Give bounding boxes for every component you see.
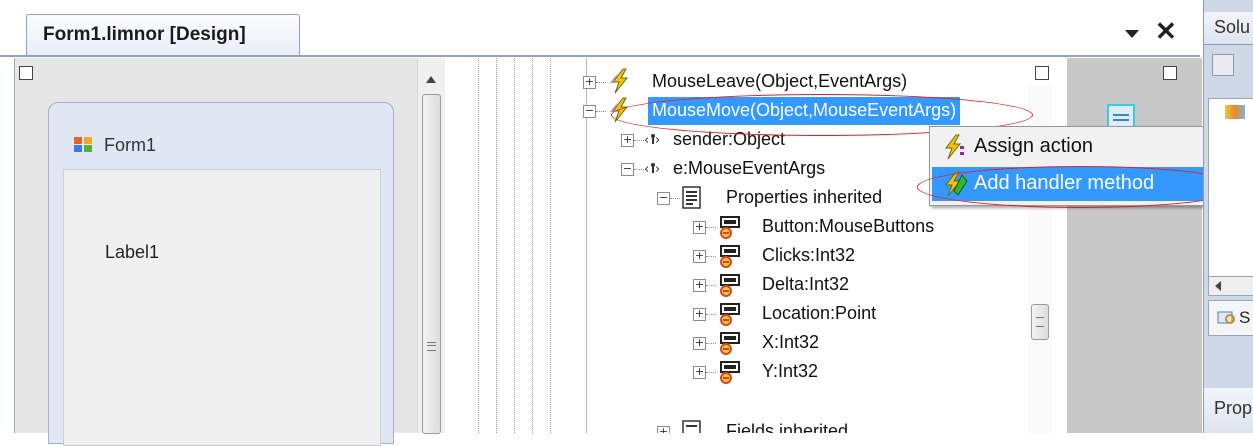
scroll-left-arrow-icon[interactable] bbox=[1215, 281, 1221, 291]
tree-item-property-y[interactable]: + Y:Int32 bbox=[692, 358, 892, 386]
solution-explorer-icon bbox=[1217, 311, 1235, 324]
tree-item-fields-inherited[interactable]: + Fields inherited bbox=[656, 418, 916, 433]
property-icon bbox=[720, 361, 740, 384]
property-icon bbox=[720, 216, 740, 239]
component-selector-handle[interactable] bbox=[19, 66, 33, 80]
tree-item-label: Location:Point bbox=[762, 303, 877, 323]
tree-item-mouseleave[interactable]: + MouseLeave(Object,EventArgs) bbox=[582, 68, 1012, 96]
menu-item-label: Assign action bbox=[974, 135, 1093, 157]
form-designer-pane[interactable]: Form1 Label1 bbox=[14, 58, 445, 446]
close-tab-icon[interactable]: ✕ bbox=[1155, 18, 1177, 44]
expand-icon[interactable]: + bbox=[693, 250, 706, 263]
properties-icon bbox=[682, 186, 701, 209]
document-tab-title: Form1.limnor [Design] bbox=[43, 24, 246, 45]
form-client-area[interactable]: Label1 bbox=[63, 169, 381, 446]
solution-tree[interactable] bbox=[1208, 98, 1253, 290]
tree-item-label: X:Int32 bbox=[762, 332, 820, 352]
scrollbar-thumb[interactable] bbox=[422, 94, 441, 434]
lightning-icon bbox=[610, 68, 629, 94]
project-icon bbox=[1225, 105, 1245, 119]
expand-icon[interactable]: + bbox=[693, 308, 706, 321]
tree-item-property-location[interactable]: + Location:Point bbox=[692, 300, 932, 328]
tree-item-property-button[interactable]: + Button:MouseButtons bbox=[692, 213, 992, 241]
scrollbar-thumb[interactable] bbox=[1031, 304, 1049, 340]
label-control[interactable]: Label1 bbox=[105, 242, 159, 263]
svg-text:›: › bbox=[655, 133, 660, 148]
tree-item-properties-inherited[interactable]: − Properties inherited bbox=[656, 184, 916, 212]
assign-action-icon bbox=[944, 134, 964, 160]
menu-item-assign-action[interactable]: Assign action bbox=[932, 130, 1228, 164]
tree-item-event-args[interactable]: − ‹ › e:MouseEventArgs bbox=[620, 155, 860, 183]
tree-item-label: Delta:Int32 bbox=[762, 274, 850, 294]
property-icon bbox=[720, 274, 740, 297]
tree-item-label: Clicks:Int32 bbox=[762, 245, 856, 265]
tree-item-property-x[interactable]: + X:Int32 bbox=[692, 329, 892, 357]
form-title: Form1 bbox=[104, 135, 157, 155]
tree-item-label: e:MouseEventArgs bbox=[673, 158, 826, 178]
svg-text:‹: ‹ bbox=[644, 162, 649, 177]
solution-explorer-panel[interactable]: Solu S Prop bbox=[1203, 0, 1253, 433]
window-list-dropdown-icon[interactable] bbox=[1122, 23, 1142, 43]
collapse-icon[interactable]: − bbox=[621, 163, 634, 176]
tab-strip-divider bbox=[0, 55, 1200, 57]
document-tab-strip: Form1.limnor [Design] ✕ bbox=[0, 0, 1200, 58]
expand-icon[interactable]: + bbox=[693, 221, 706, 234]
solution-explorer-title: Solu bbox=[1214, 17, 1251, 37]
expand-icon[interactable]: + bbox=[693, 279, 706, 292]
component-selector-handle[interactable] bbox=[1163, 66, 1177, 80]
component-selector-handle[interactable] bbox=[1035, 66, 1049, 80]
expand-icon[interactable]: + bbox=[693, 337, 706, 350]
expand-icon[interactable]: + bbox=[621, 134, 634, 147]
property-icon bbox=[720, 332, 740, 355]
properties-page-icon[interactable] bbox=[1212, 54, 1234, 76]
svg-text:‹: ‹ bbox=[644, 133, 649, 148]
tree-item-label: MouseLeave(Object,EventArgs) bbox=[652, 71, 908, 91]
properties-panel-title: Prop bbox=[1214, 398, 1253, 418]
annotation-ellipse bbox=[917, 166, 1244, 208]
expand-icon[interactable]: + bbox=[693, 366, 706, 379]
expand-icon[interactable]: + bbox=[583, 76, 596, 89]
designer-scrollbar[interactable] bbox=[417, 58, 445, 434]
expand-icon[interactable]: + bbox=[657, 426, 670, 433]
horizontal-scrollbar[interactable] bbox=[1208, 276, 1253, 296]
properties-panel-header[interactable]: Prop bbox=[1204, 388, 1253, 433]
tree-item-property-delta[interactable]: + Delta:Int32 bbox=[692, 271, 912, 299]
tree-item-property-clicks[interactable]: + Clicks:Int32 bbox=[692, 242, 912, 270]
tree-item-label: Fields inherited bbox=[726, 421, 849, 433]
tab-label: S bbox=[1239, 308, 1251, 327]
parameter-icon: ‹ › bbox=[644, 133, 660, 148]
collapse-icon[interactable]: − bbox=[583, 105, 596, 118]
parameter-icon: ‹ › bbox=[644, 162, 660, 177]
svg-text:›: › bbox=[655, 162, 660, 177]
property-icon bbox=[720, 303, 740, 326]
form-icon bbox=[74, 137, 92, 152]
collapse-icon[interactable]: − bbox=[657, 192, 670, 205]
property-icon bbox=[720, 245, 740, 268]
tree-item-label: Button:MouseButtons bbox=[762, 216, 935, 236]
scroll-up-arrow-icon[interactable] bbox=[426, 76, 436, 83]
document-tab[interactable]: Form1.limnor [Design] bbox=[26, 14, 300, 55]
tree-item-label: Properties inherited bbox=[726, 187, 883, 207]
solution-explorer-tab[interactable]: S bbox=[1208, 300, 1253, 336]
tree-item-label: Y:Int32 bbox=[762, 361, 819, 381]
fields-icon bbox=[682, 420, 701, 433]
form-preview[interactable]: Form1 Label1 bbox=[48, 102, 394, 446]
solution-explorer-header[interactable]: Solu bbox=[1204, 12, 1253, 45]
